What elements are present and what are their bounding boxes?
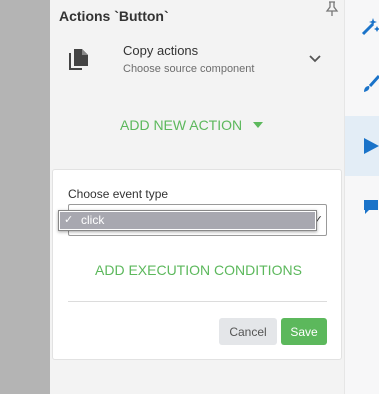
event-option-click[interactable]: ✓ click [60, 212, 315, 229]
event-type-label: Choose event type [68, 187, 169, 201]
copy-actions-row[interactable]: Copy actions Choose source component [66, 40, 330, 84]
add-new-action-button[interactable]: ADD NEW ACTION [120, 117, 264, 137]
save-button[interactable]: Save [281, 318, 327, 345]
panel-title: Actions `Button` [59, 8, 169, 24]
add-execution-conditions-button[interactable]: ADD EXECUTION CONDITIONS [95, 262, 302, 278]
caret-down-icon [253, 122, 264, 128]
divider [68, 301, 327, 302]
comment-icon[interactable] [361, 197, 379, 217]
left-background [0, 0, 50, 394]
event-option-label: click [81, 213, 105, 227]
paintbrush-icon[interactable] [361, 74, 379, 94]
event-type-dropdown[interactable]: ✓ click [58, 210, 317, 231]
play-icon[interactable] [361, 136, 379, 156]
right-toolbar [344, 0, 379, 394]
copy-actions-title: Copy actions [123, 43, 199, 58]
chevron-down-icon[interactable] [308, 54, 322, 64]
event-type-card: Choose event type ✓ ✓ click ADD EXECUTIO… [52, 169, 342, 360]
cancel-button[interactable]: Cancel [219, 318, 277, 345]
copy-document-icon [69, 49, 88, 70]
pin-icon[interactable] [325, 1, 339, 17]
copy-actions-subtitle: Choose source component [123, 63, 255, 75]
add-new-action-label: ADD NEW ACTION [120, 117, 243, 133]
magic-wand-icon[interactable] [361, 16, 379, 36]
checkmark-icon: ✓ [64, 214, 74, 226]
